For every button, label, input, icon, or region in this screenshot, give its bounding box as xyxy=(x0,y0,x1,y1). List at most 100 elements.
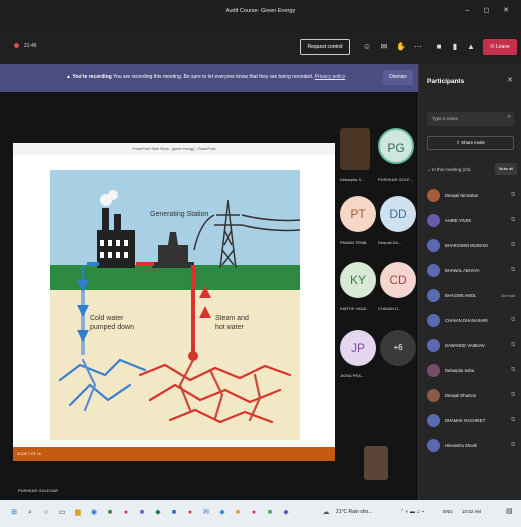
chrome-icon[interactable]: ● xyxy=(120,507,132,519)
share-invite-button[interactable]: ⇪ Share invite xyxy=(427,136,514,150)
participant-row[interactable]: BHAGWE AMOL On hold xyxy=(427,286,519,306)
participant-avatar xyxy=(427,414,440,427)
chat-icon[interactable]: ✉ xyxy=(378,41,390,53)
leave-button[interactable]: ✆ Leave xyxy=(483,39,517,55)
geothermal-slide: Generating Station Cold water pumped dow… xyxy=(50,170,300,440)
store-icon[interactable]: ■ xyxy=(104,507,116,519)
mic-muted-icon: ⍉ xyxy=(511,367,515,373)
participant-name: AHIRE VIVEK xyxy=(445,218,472,223)
more-participants-tile[interactable]: +6 xyxy=(380,330,416,366)
mic-icon[interactable]: ▮ xyxy=(449,41,461,53)
grass xyxy=(50,265,300,290)
tile-avatar-pt[interactable]: PT xyxy=(340,196,376,232)
people-icon[interactable]: ☺ xyxy=(361,41,373,53)
dismiss-button[interactable]: Dismiss xyxy=(383,70,413,85)
reactions-icon[interactable]: ✋ xyxy=(395,41,407,53)
tile-video-debarpita[interactable] xyxy=(340,128,370,170)
excel-icon[interactable]: ◆ xyxy=(152,507,164,519)
file-explorer-icon[interactable]: ▆ xyxy=(72,507,84,519)
app-icon-5[interactable]: ◆ xyxy=(280,507,292,519)
participant-row[interactable]: Debarpita Saha ⍉ xyxy=(427,361,519,381)
windows-taskbar: ⊞ ⌕ ○ ▭ ▆ ◉ ■ ● ■ ◆ ■ ● ✉ ◆ ■ ● ■ ◆ ☁ 21… xyxy=(0,500,521,527)
station-label: Generating Station xyxy=(150,211,208,218)
participant-row[interactable]: AHIRE VIVEK ⍉ xyxy=(427,211,519,231)
share-invite-label: Share invite xyxy=(461,140,485,145)
mic-muted-icon: ⍉ xyxy=(511,392,515,398)
participant-name: BHAWAL ABHAYA xyxy=(445,268,480,273)
recording-text: ▲ You're recording You are recording thi… xyxy=(66,74,345,80)
app-icon-3[interactable]: ● xyxy=(248,507,260,519)
presenter-name: PUSHKAR GOLEGAR xyxy=(18,488,59,493)
tile-avatar-cd[interactable]: CD xyxy=(380,262,416,298)
participant-name: Himanshu Shodri xyxy=(445,443,478,448)
in-meeting-count: In this meeting (24) xyxy=(432,167,471,172)
participant-avatar xyxy=(427,339,440,352)
meeting-timer: 21:46 xyxy=(14,43,37,49)
app-icon-2[interactable]: ■ xyxy=(232,507,244,519)
participant-row[interactable]: Deepali Dhumne ⍉ xyxy=(427,386,519,406)
participant-row[interactable]: BHARGWWI MUKESH ⍉ xyxy=(427,236,519,256)
meeting-toolbar: 21:46 Request control ☺ ✉ ✋ ⋯ ■ ▮ ▲ ✆ Le… xyxy=(0,30,521,64)
start-icon[interactable]: ⊞ xyxy=(8,507,20,519)
participant-search-input[interactable]: Type a name xyxy=(427,112,514,126)
mute-all-button[interactable]: Mute all xyxy=(495,163,517,175)
participant-name: Debarpita Saha xyxy=(445,368,475,373)
participant-row[interactable]: DHAMAK NACHIKET ⍉ xyxy=(427,411,519,431)
notification-icon[interactable]: ▤ xyxy=(506,507,513,515)
close-icon[interactable]: ✕ xyxy=(507,76,513,84)
participant-avatar xyxy=(427,264,440,277)
app-icon-1[interactable]: ◆ xyxy=(216,507,228,519)
language-indicator[interactable]: ENG xyxy=(443,509,453,514)
participant-row[interactable]: DAWANDE VAIBHAV ⍉ xyxy=(427,336,519,356)
app-icon-4[interactable]: ■ xyxy=(264,507,276,519)
participant-avatar xyxy=(427,239,440,252)
word-icon[interactable]: ■ xyxy=(168,507,180,519)
self-video xyxy=(364,446,388,480)
privacy-policy-link[interactable]: Privacy policy xyxy=(315,74,346,80)
tile-avatar-jp[interactable]: JP xyxy=(340,330,376,366)
participant-avatar xyxy=(427,289,440,302)
participant-name: BHAGWE AMOL xyxy=(445,293,477,298)
powerpoint-icon[interactable]: ● xyxy=(184,507,196,519)
search-icon: ⌕ xyxy=(507,114,511,120)
recording-message: You are recording this meeting. Be sure … xyxy=(113,74,314,80)
participant-avatar xyxy=(427,314,440,327)
search-icon[interactable]: ⌕ xyxy=(24,507,36,519)
participant-avatar xyxy=(427,389,440,402)
tile-name-ky: KARTIK YADA... xyxy=(340,306,370,311)
mail-icon[interactable]: ✉ xyxy=(200,507,212,519)
tile-name-cd: CHAVAN D... xyxy=(378,306,402,311)
participant-row[interactable]: Himanshu Shodri ⍉ xyxy=(427,436,519,456)
tile-avatar-ky[interactable]: KY xyxy=(340,262,376,298)
weather-icon: ☁ xyxy=(322,509,330,516)
camera-icon[interactable]: ■ xyxy=(433,41,445,53)
title-bar: Audit Course- Green Energy – ◻ ✕ xyxy=(0,0,521,30)
share-icon[interactable]: ▲ xyxy=(465,41,477,53)
taskbar-clock[interactable]: 10:52 AM xyxy=(462,509,481,514)
cold-label-2: pumped down xyxy=(90,324,134,331)
request-control-button[interactable]: Request control xyxy=(300,39,350,55)
task-view-icon[interactable]: ▭ xyxy=(56,507,68,519)
participant-avatar xyxy=(427,189,440,202)
participant-name: Deepali Dhumne xyxy=(445,393,477,398)
window-controls[interactable]: – ◻ ✕ xyxy=(466,6,515,14)
tile-avatar-pg[interactable]: PG xyxy=(378,128,414,164)
system-tray-icons[interactable]: ⌃ ◐ ▬ ♫ ⌁ xyxy=(400,509,425,515)
teams-icon[interactable]: ■ xyxy=(136,507,148,519)
participant-row[interactable]: BHAWAL ABHAYA ⍉ xyxy=(427,261,519,281)
hot-pipe xyxy=(136,262,154,266)
mic-muted-icon: ⍉ xyxy=(511,417,515,423)
more-icon[interactable]: ⋯ xyxy=(412,41,424,53)
weather-text[interactable]: 21°C Rain sho... xyxy=(336,509,372,515)
timer-text: 21:46 xyxy=(24,43,37,49)
participant-name: Deepali Nimsokar xyxy=(445,193,479,198)
in-meeting-header[interactable]: ⌄ In this meeting (24) xyxy=(427,167,471,173)
mic-muted-icon: ⍉ xyxy=(511,267,515,273)
participant-avatar xyxy=(427,214,440,227)
participant-row[interactable]: CHAVAN DHANASHRI ⍉ xyxy=(427,311,519,331)
mic-muted-icon: ⍉ xyxy=(511,342,515,348)
edge-icon[interactable]: ◉ xyxy=(88,507,100,519)
cortana-icon[interactable]: ○ xyxy=(40,507,52,519)
participant-row[interactable]: Deepali Nimsokar ⍉ xyxy=(427,186,519,206)
tile-avatar-dd[interactable]: DD xyxy=(380,196,416,232)
